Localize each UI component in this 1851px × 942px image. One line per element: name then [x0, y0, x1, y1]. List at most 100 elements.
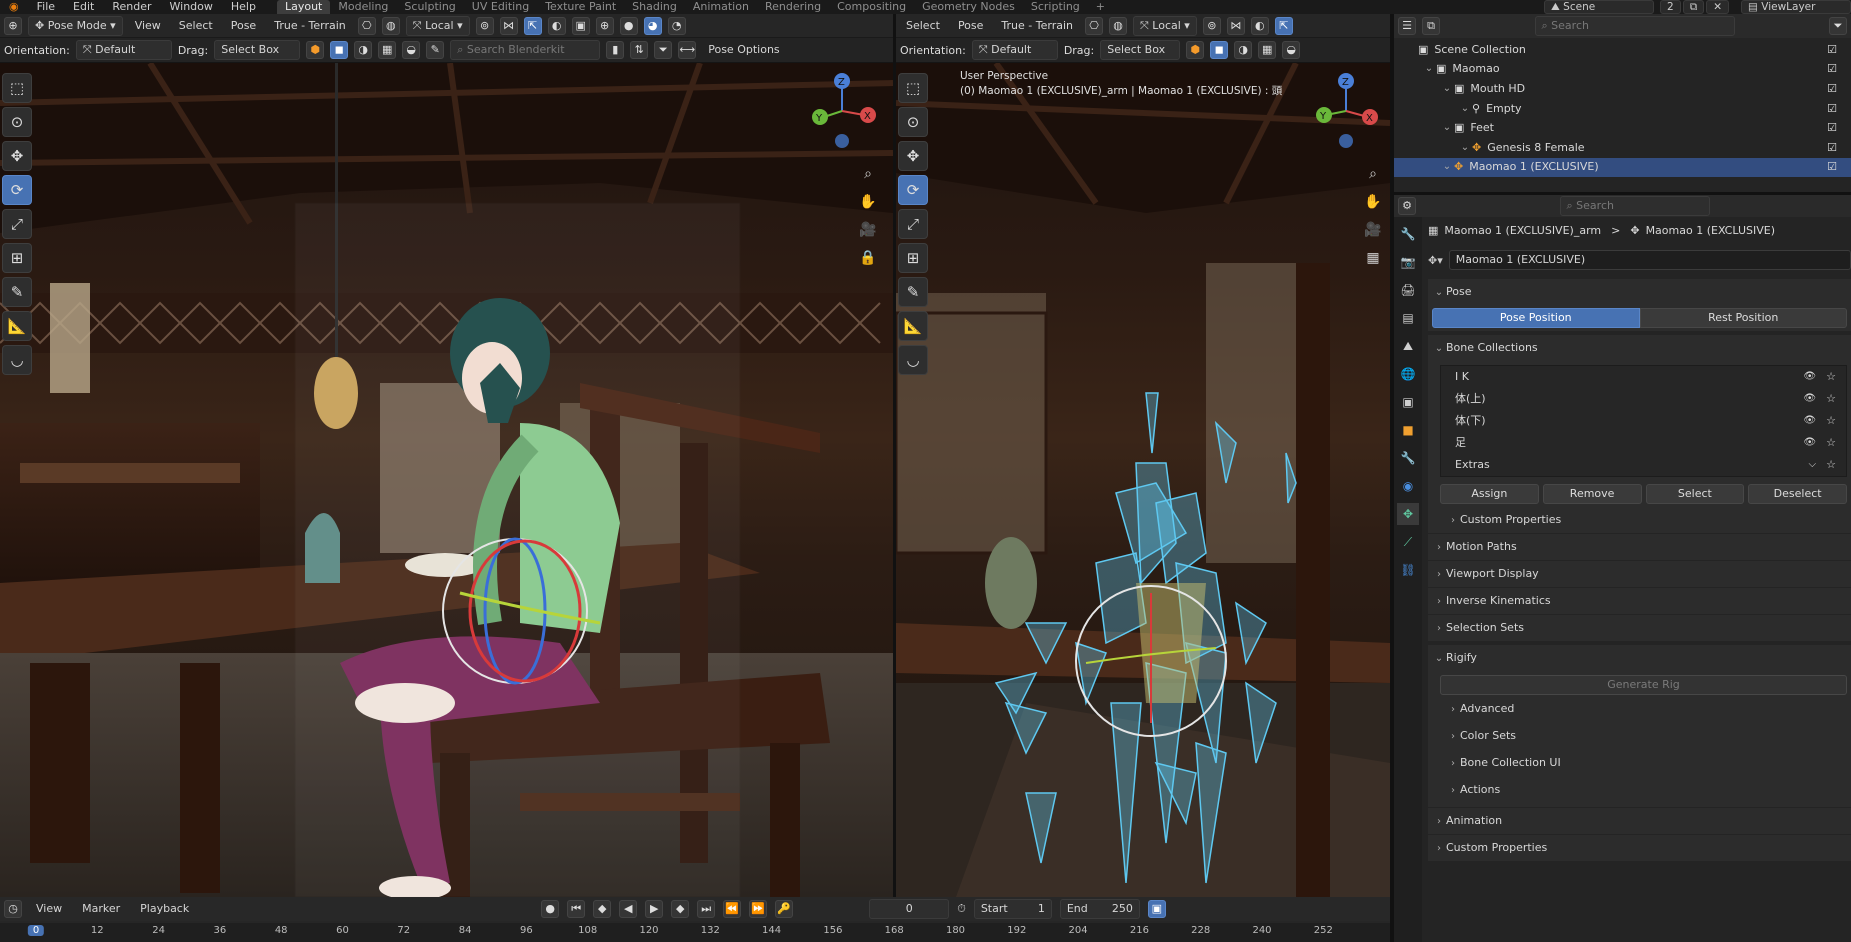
collapsed-section-3[interactable]: › Inverse Kinematics [1428, 588, 1851, 614]
annotate-tool-icon[interactable]: ✎ [2, 277, 32, 307]
drag-dropdown[interactable]: Select Box [214, 40, 301, 60]
modifier-tab-icon[interactable]: 🔧 [1397, 447, 1419, 469]
star-icon[interactable]: ☆ [1826, 389, 1836, 409]
pivot-point-icon[interactable]: ◍ [381, 16, 400, 35]
frame-end-field[interactable]: End 250 [1059, 899, 1140, 919]
chevron-down-icon[interactable]: ⌄ [1440, 79, 1454, 99]
rigify-section-header[interactable]: ⌄ Rigify [1428, 645, 1851, 671]
eye-icon[interactable]: 👁 [1803, 411, 1816, 431]
right-asset-model-icon[interactable]: ◼ [1210, 41, 1229, 59]
right-scale-tool-icon[interactable]: ⤢ [898, 209, 928, 239]
blenderkit-search-input[interactable]: ⌕ Search Blenderkit [450, 40, 601, 60]
star-icon[interactable]: ☆ [1826, 433, 1836, 453]
right-snap-terrain-menu[interactable]: True - Terrain [995, 17, 1079, 35]
pose-menu[interactable]: Pose [225, 17, 262, 35]
star-icon[interactable]: ☆ [1826, 411, 1836, 431]
filter-icon[interactable]: ⏷ [654, 41, 673, 59]
workspace-tab-compositing[interactable]: Compositing [829, 0, 914, 14]
rigify-subsection-0[interactable]: › Advanced [1440, 696, 1847, 722]
right-cursor-tool-icon[interactable]: ⊙ [898, 107, 928, 137]
transform-tool-icon[interactable]: ⊞ [2, 243, 32, 273]
right-asset-material-icon[interactable]: ◑ [1234, 41, 1253, 59]
show-gizmo-icon[interactable]: ⇱ [523, 16, 542, 35]
datablock-type-icon[interactable]: ✥▾ [1428, 254, 1443, 267]
pose-options-menu[interactable]: Pose Options [702, 41, 785, 59]
armature-data-tab-icon[interactable]: ✥ [1397, 503, 1419, 525]
outliner-item[interactable]: ⌄ ⚲ Empty ☑ [1394, 99, 1851, 119]
display-mode-icon[interactable]: ⧉ [1422, 17, 1440, 35]
right-snap-icon[interactable]: ⋈ [1226, 16, 1245, 35]
orientation-dropdown[interactable]: ⤧ Default [75, 40, 172, 60]
chevron-down-icon[interactable]: ⌄ [1458, 99, 1472, 119]
collapsed-section-1[interactable]: › Motion Paths [1428, 534, 1851, 560]
eye-icon[interactable]: 👁 [1803, 367, 1816, 387]
shading-rendered-icon[interactable]: ◔ [667, 16, 686, 35]
right-axis-x-label[interactable]: X [1366, 113, 1373, 124]
right-camera-icon[interactable]: 🎥 [1362, 219, 1384, 241]
jump-end-icon[interactable]: ⏭ [697, 900, 716, 918]
bone-custom-properties-subsection[interactable]: › Custom Properties [1440, 507, 1847, 533]
right-transform-pivot-dropdown[interactable]: ⤧ Local ▾ [1133, 15, 1197, 36]
rotate-tool-icon[interactable]: ⟳ [2, 175, 32, 205]
asset-type-material-icon[interactable]: ◑ [354, 41, 373, 59]
add-workspace-button[interactable]: + [1088, 0, 1113, 14]
menu-window[interactable]: Window [161, 0, 222, 14]
workspace-tab-scripting[interactable]: Scripting [1023, 0, 1088, 14]
workspace-tab-geometry-nodes[interactable]: Geometry Nodes [914, 0, 1023, 14]
object-tab-icon[interactable]: ■ [1397, 419, 1419, 441]
keyframe-prev-icon[interactable]: ⏪ [723, 900, 742, 918]
lock-icon[interactable]: 🔒 [857, 247, 879, 269]
transform-pivot-dropdown[interactable]: ⤧ Local ▾ [405, 15, 470, 36]
pose-position-button[interactable]: Pose Position [1432, 308, 1640, 328]
datablock-name-field[interactable]: Maomao 1 (EXCLUSIVE) [1448, 250, 1851, 270]
properties-search-input[interactable]: ⌕ Search [1559, 196, 1710, 216]
right-grid-icon[interactable]: ▦ [1362, 247, 1384, 269]
bone-tab-icon[interactable]: ⟋ [1397, 531, 1419, 553]
menu-help[interactable]: Help [222, 0, 265, 14]
shading-solid-icon[interactable]: ● [619, 16, 638, 35]
keying-set-icon[interactable]: 🔑 [775, 900, 794, 918]
visibility-checkbox-icon[interactable]: ☑ [1827, 99, 1837, 119]
right-transform-tool-icon[interactable]: ⊞ [898, 243, 928, 273]
keyframe-next-icon[interactable]: ⏩ [749, 900, 768, 918]
visibility-checkbox-icon[interactable]: ☑ [1827, 157, 1837, 177]
frame-start-field[interactable]: Start 1 [973, 899, 1052, 919]
chevron-down-icon[interactable]: ⌵ [1809, 455, 1817, 475]
jump-start-icon[interactable]: ⏮ [567, 900, 586, 918]
bone-collection-item[interactable]: Extras ⌵ ☆ [1441, 454, 1846, 476]
right-blenderkit-icon[interactable]: ⬢ [1186, 41, 1205, 59]
bone-collection-item[interactable]: I K 👁 ☆ [1441, 366, 1846, 388]
mode-dropdown[interactable]: ✥ Pose Mode ▾ [28, 15, 123, 36]
right-relax-pose-tool-icon[interactable]: ◡ [898, 345, 928, 375]
blenderkit-icon[interactable]: ⬢ [306, 41, 325, 59]
outliner-item[interactable]: ⌄ ✥ Maomao 1 (EXCLUSIVE) ☑ [1394, 157, 1851, 178]
bone-collection-item[interactable]: 体(上) 👁 ☆ [1441, 388, 1846, 410]
asset-type-hdr-icon[interactable]: ◒ [402, 41, 421, 59]
right-select-menu[interactable]: Select [900, 17, 946, 35]
right-orientation-dropdown[interactable]: ⤧ Default [971, 40, 1058, 60]
right-navigation-gizmo[interactable]: Z Y X [1306, 71, 1386, 151]
right-drag-dropdown[interactable]: Select Box [1100, 40, 1181, 60]
right-asset-hdr-icon[interactable]: ◒ [1282, 41, 1301, 59]
timeline-marker-menu[interactable]: Marker [76, 900, 126, 918]
chevron-down-icon[interactable]: ⌄ [1440, 118, 1454, 138]
select-tool-icon[interactable]: ⬚ [2, 73, 32, 103]
right-zoom-icon[interactable]: ⌕ [1362, 163, 1384, 185]
outliner-filter-icon[interactable]: ⏷ [1829, 17, 1847, 35]
new-scene-icon[interactable]: ⧉ [1682, 0, 1705, 14]
play-reverse-icon[interactable]: ◀ [619, 900, 638, 918]
workspace-tab-sculpting[interactable]: Sculpting [396, 0, 463, 14]
relax-pose-tool-icon[interactable]: ◡ [2, 345, 32, 375]
view-layer-selector[interactable]: ▤ ViewLayer [1741, 0, 1851, 14]
current-frame-indicator[interactable]: 0 [27, 925, 45, 936]
sort-icon[interactable]: ⇅ [630, 41, 649, 59]
render-tab-icon[interactable]: 📷 [1397, 251, 1419, 273]
world-tab-icon[interactable]: 🌐 [1397, 363, 1419, 385]
xray-icon[interactable]: ▣ [571, 16, 590, 35]
measure-tool-icon[interactable]: 📐 [2, 311, 32, 341]
chevron-down-icon[interactable]: ⌄ [1440, 157, 1454, 177]
collapsed-section-2[interactable]: › Viewport Display [1428, 561, 1851, 587]
transform-orientation-icon[interactable]: ⎔ [357, 16, 376, 35]
eye-icon[interactable]: 👁 [1803, 433, 1816, 453]
menu-render[interactable]: Render [103, 0, 160, 14]
